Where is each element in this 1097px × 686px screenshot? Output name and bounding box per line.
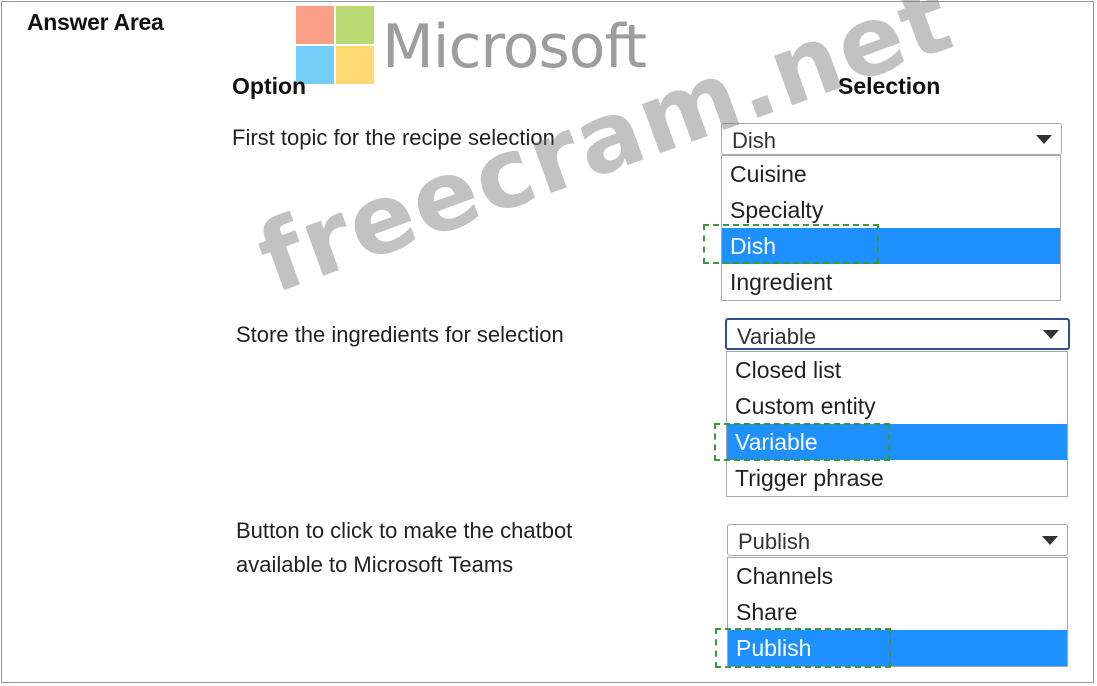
- store-ingredients-selected-value: Variable: [737, 324, 817, 349]
- first-topic-options-list: Cuisine Specialty Dish Ingredient: [721, 155, 1061, 301]
- publish-option-publish[interactable]: Publish: [728, 630, 1067, 666]
- logo-square-green: [336, 6, 374, 44]
- publish-options-list: Channels Share Publish: [727, 557, 1068, 667]
- selection-column-heading: Selection: [838, 73, 941, 99]
- publish-selected-value: Publish: [738, 529, 811, 554]
- logo-square-red: [296, 6, 334, 44]
- publish-option-share[interactable]: Share: [728, 594, 1067, 630]
- chevron-down-icon[interactable]: [1034, 320, 1068, 348]
- option-publish-line2: available to Microsoft Teams: [236, 552, 514, 577]
- store-ingredients-options-list: Closed list Custom entity Variable Trigg…: [726, 351, 1068, 497]
- option-column-heading: Option: [232, 73, 307, 99]
- store-option-closed-list[interactable]: Closed list: [727, 352, 1067, 388]
- first-topic-dropdown[interactable]: Dish: [721, 123, 1062, 155]
- option-first-topic: First topic for the recipe selection: [232, 125, 555, 150]
- publish-option-channels[interactable]: Channels: [728, 558, 1067, 594]
- store-option-custom-entity[interactable]: Custom entity: [727, 388, 1067, 424]
- answer-area-title: Answer Area: [27, 9, 164, 35]
- first-topic-option-ingredient[interactable]: Ingredient: [722, 264, 1060, 300]
- publish-dropdown[interactable]: Publish: [727, 524, 1068, 556]
- option-store-ingredients: Store the ingredients for selection: [236, 322, 564, 347]
- logo-square-yellow: [336, 46, 374, 84]
- first-topic-selected-value: Dish: [732, 128, 777, 153]
- option-publish-line1: Button to click to make the chatbot: [236, 518, 573, 543]
- chevron-down-icon[interactable]: [1033, 525, 1067, 555]
- logo-text: Microsoft: [382, 12, 647, 82]
- option-publish-button: Button to click to make the chatbot avai…: [236, 514, 572, 582]
- chevron-down-icon[interactable]: [1027, 124, 1061, 154]
- microsoft-logo: Microsoft: [296, 6, 676, 86]
- store-option-trigger-phrase[interactable]: Trigger phrase: [727, 460, 1067, 496]
- first-topic-option-cuisine[interactable]: Cuisine: [722, 156, 1060, 192]
- first-topic-option-dish[interactable]: Dish: [722, 228, 1060, 264]
- store-ingredients-dropdown[interactable]: Variable: [725, 318, 1070, 350]
- first-topic-option-specialty[interactable]: Specialty: [722, 192, 1060, 228]
- store-option-variable[interactable]: Variable: [727, 424, 1067, 460]
